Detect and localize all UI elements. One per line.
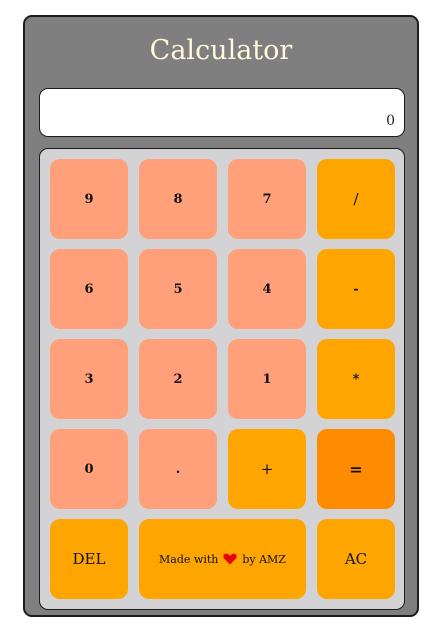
key-6[interactable]: 6 bbox=[50, 249, 128, 329]
key-2[interactable]: 2 bbox=[139, 339, 217, 419]
delete-button[interactable]: DEL bbox=[50, 519, 128, 599]
key-8[interactable]: 8 bbox=[139, 159, 217, 239]
key-add[interactable]: + bbox=[228, 429, 306, 509]
credit-banner: Made with by AMZ bbox=[139, 519, 306, 599]
key-7[interactable]: 7 bbox=[228, 159, 306, 239]
calculator: Calculator 0 9 8 7 / 6 5 4 - 3 2 1 * 0 .… bbox=[23, 15, 419, 617]
all-clear-button[interactable]: AC bbox=[317, 519, 395, 599]
key-0[interactable]: 0 bbox=[50, 429, 128, 509]
key-1[interactable]: 1 bbox=[228, 339, 306, 419]
display-value: 0 bbox=[386, 113, 395, 129]
key-decimal[interactable]: . bbox=[139, 429, 217, 509]
key-multiply[interactable]: * bbox=[317, 339, 395, 419]
key-9[interactable]: 9 bbox=[50, 159, 128, 239]
credit-text: Made with by AMZ bbox=[159, 553, 286, 566]
key-4[interactable]: 4 bbox=[228, 249, 306, 329]
key-subtract[interactable]: - bbox=[317, 249, 395, 329]
credit-suffix: by AMZ bbox=[242, 552, 286, 566]
key-divide[interactable]: / bbox=[317, 159, 395, 239]
app-title: Calculator bbox=[149, 35, 293, 66]
heart-icon bbox=[223, 553, 237, 565]
credit-prefix: Made with bbox=[159, 552, 219, 566]
keypad: 9 8 7 / 6 5 4 - 3 2 1 * 0 . + = DEL Made… bbox=[39, 148, 405, 610]
key-3[interactable]: 3 bbox=[50, 339, 128, 419]
key-equals[interactable]: = bbox=[317, 429, 395, 509]
display-screen: 0 bbox=[39, 88, 405, 137]
key-5[interactable]: 5 bbox=[139, 249, 217, 329]
